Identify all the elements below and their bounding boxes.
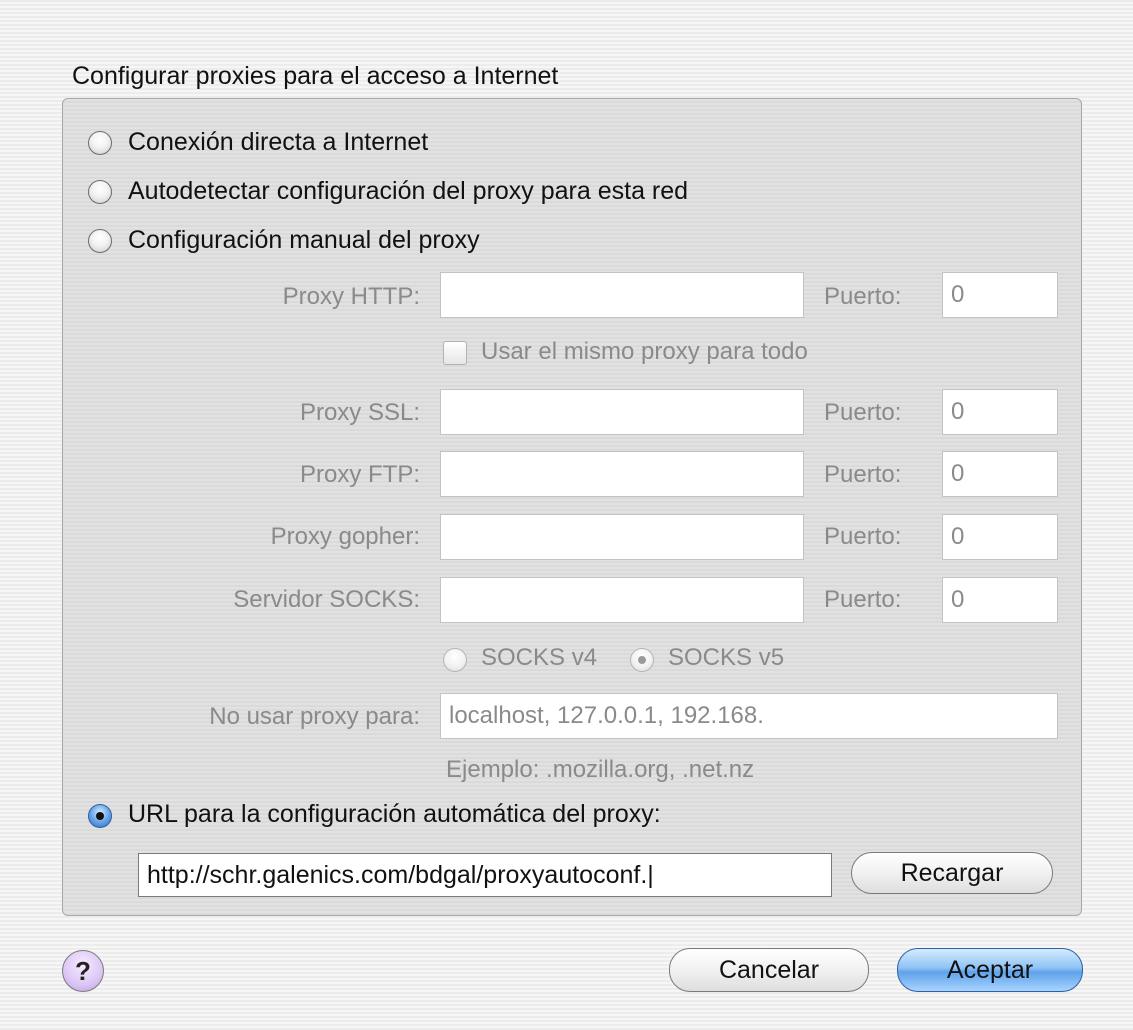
gopher-port-label: Puerto: [824, 523, 902, 550]
gopher-proxy-label: Proxy gopher: [270, 523, 420, 550]
autodetect-label[interactable]: Autodetectar configuración del proxy par… [128, 177, 688, 206]
ftp-proxy-input[interactable] [440, 451, 804, 497]
auto-config-url-input[interactable]: http://schr.galenics.com/bdgal/proxyauto… [138, 853, 832, 897]
socks-server-input[interactable] [440, 577, 804, 623]
no-proxy-label: No usar proxy para: [209, 703, 420, 730]
group-title: Configurar proxies para el acceso a Inte… [72, 62, 559, 90]
http-port-label: Puerto: [824, 283, 902, 310]
direct-connection-radio[interactable] [88, 131, 112, 155]
autodetect-radio[interactable] [88, 180, 112, 204]
ftp-proxy-label: Proxy FTP: [299, 461, 420, 488]
ftp-port-label: Puerto: [824, 461, 902, 488]
gopher-proxy-input[interactable] [440, 514, 804, 560]
no-proxy-example: Ejemplo: .mozilla.org, .net.nz [446, 756, 755, 783]
auto-config-url-radio[interactable] [88, 804, 112, 828]
http-port-input[interactable]: 0 [942, 272, 1058, 318]
http-proxy-input[interactable] [440, 272, 804, 318]
socks-port-label: Puerto: [824, 586, 902, 613]
manual-config-radio[interactable] [88, 229, 112, 253]
socks-v5-label[interactable]: SOCKS v5 [668, 644, 784, 672]
gopher-port-input[interactable]: 0 [942, 514, 1058, 560]
http-proxy-label: Proxy HTTP: [282, 283, 420, 310]
manual-config-label[interactable]: Configuración manual del proxy [128, 226, 480, 255]
reload-button[interactable]: Recargar [851, 852, 1053, 894]
help-button[interactable]: ? [62, 950, 104, 992]
cancel-button[interactable]: Cancelar [669, 948, 869, 992]
proxy-settings-group [62, 98, 1082, 916]
accept-button[interactable]: Aceptar [897, 948, 1083, 992]
ftp-port-input[interactable]: 0 [942, 451, 1058, 497]
same-proxy-label[interactable]: Usar el mismo proxy para todo [481, 338, 808, 366]
socks-v4-radio[interactable] [443, 648, 467, 672]
same-proxy-checkbox[interactable] [443, 341, 467, 365]
ssl-proxy-label: Proxy SSL: [299, 399, 420, 426]
socks-v5-radio[interactable] [630, 648, 654, 672]
ssl-proxy-input[interactable] [440, 389, 804, 435]
no-proxy-input[interactable]: localhost, 127.0.0.1, 192.168. [440, 693, 1058, 739]
ssl-port-input[interactable]: 0 [942, 389, 1058, 435]
auto-config-url-label[interactable]: URL para la configuración automática del… [128, 800, 661, 829]
socks-v4-label[interactable]: SOCKS v4 [481, 644, 597, 672]
ssl-port-label: Puerto: [824, 399, 902, 426]
socks-server-label: Servidor SOCKS: [233, 586, 420, 613]
direct-connection-label[interactable]: Conexión directa a Internet [128, 128, 428, 157]
socks-port-input[interactable]: 0 [942, 577, 1058, 623]
